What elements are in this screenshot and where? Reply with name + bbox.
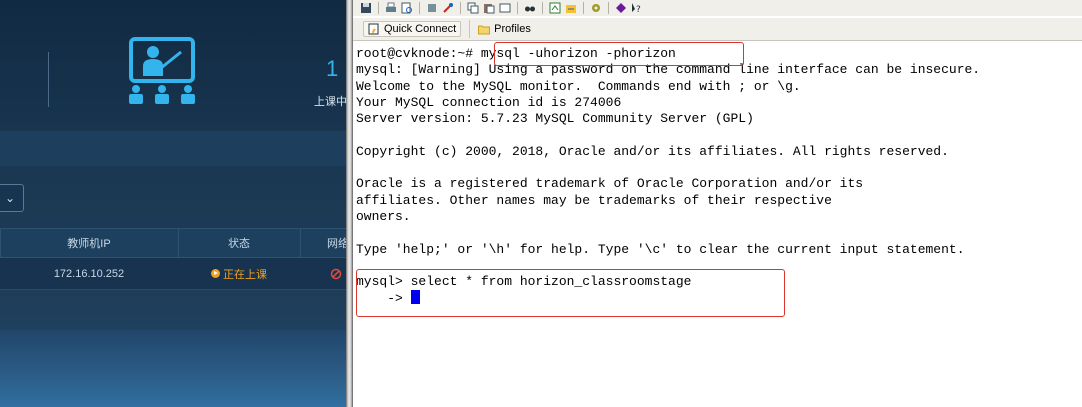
quick-bar: Quick Connect Profiles: [353, 17, 1082, 41]
table-row[interactable]: 172.16.10.252 正在上课: [0, 258, 346, 290]
toolbar-separator: [542, 2, 543, 14]
filter-bar: [0, 131, 346, 166]
copy-icon[interactable]: [466, 2, 480, 15]
main-toolbar: ?: [353, 0, 1082, 16]
save-icon[interactable]: [359, 2, 373, 15]
footer-glow: [0, 330, 346, 407]
chevron-down-icon: ⌄: [4, 191, 16, 205]
play-status-icon: [211, 269, 220, 278]
folder-transfer-icon[interactable]: [564, 2, 578, 15]
folder-icon: [478, 25, 491, 34]
svg-text:?: ?: [636, 5, 641, 14]
highlight-login-command: [494, 42, 744, 66]
quick-connect-icon: [368, 23, 379, 35]
header-status: 状态: [228, 238, 250, 250]
toolbar-separator: [517, 2, 518, 14]
paste-icon[interactable]: [482, 2, 496, 15]
header-network: 网络: [327, 238, 346, 250]
stats-divider: [48, 52, 49, 107]
header-teacher-ip: 教师机IP: [67, 238, 111, 250]
active-class-count: 1: [326, 56, 339, 81]
terminal-output[interactable]: root@cvknode:~# mysql -uhorizon -phorizo…: [356, 46, 1082, 407]
quick-connect-button[interactable]: Quick Connect: [363, 21, 462, 37]
script-icon[interactable]: [614, 2, 628, 15]
terminal-line: Server version: 5.7.23 MySQL Community S…: [356, 111, 754, 127]
settings-icon[interactable]: [425, 2, 439, 15]
options-gear-icon[interactable]: [589, 2, 603, 15]
row-teacher-ip: 172.16.10.252: [53, 267, 125, 280]
terminal-line: affiliates. Other names may be trademark…: [356, 192, 832, 208]
terminal-line: Welcome to the MySQL monitor. Commands e…: [356, 78, 801, 94]
help-icon[interactable]: ?: [630, 2, 644, 15]
classroom-teacher-icon: [129, 37, 195, 104]
highlight-select-query: [356, 269, 785, 317]
quick-bar-separator: [469, 20, 471, 38]
terminal-line: owners.: [356, 208, 411, 224]
find-icon[interactable]: [523, 2, 537, 15]
window-splitter[interactable]: [346, 0, 353, 407]
window-icon[interactable]: [498, 2, 512, 15]
toolbar-separator: [419, 2, 420, 14]
terminal-line: Oracle is a registered trademark of Orac…: [356, 176, 864, 192]
profiles-label: Profiles: [494, 23, 531, 35]
toolbar-separator: [378, 2, 379, 14]
key-icon[interactable]: [441, 2, 455, 15]
sftp-icon[interactable]: [548, 2, 562, 15]
table-header: 教师机IP 状态 网络: [0, 228, 346, 258]
ssh-terminal-window: ? Quick Connect Profiles root@cvknode:~#…: [353, 0, 1082, 407]
toolbar-separator: [583, 2, 584, 14]
profiles-button[interactable]: Profiles: [478, 23, 531, 35]
active-class-label: 上课中: [314, 96, 346, 108]
row-status-text: 正在上课: [223, 268, 267, 281]
network-disconnected-icon: [330, 268, 342, 279]
print-icon[interactable]: [384, 2, 398, 15]
quick-connect-label: Quick Connect: [384, 23, 457, 35]
classroom-dashboard: 1 上课中 ⌄ 教师机IP 状态 网络 172.16.10.252 正在上课: [0, 0, 346, 407]
row-network: [300, 258, 346, 289]
terminal-line: Copyright (c) 2000, 2018, Oracle and/or …: [356, 143, 949, 159]
toolbar-separator: [460, 2, 461, 14]
row-status: 正在上课: [178, 258, 300, 289]
terminal-line: Type 'help;' or '\h' for help. Type '\c'…: [356, 241, 965, 257]
filter-dropdown[interactable]: ⌄: [0, 184, 24, 212]
print-preview-icon[interactable]: [400, 2, 414, 15]
toolbar-separator: [608, 2, 609, 14]
terminal-line: Your MySQL connection id is 274006: [356, 94, 622, 110]
